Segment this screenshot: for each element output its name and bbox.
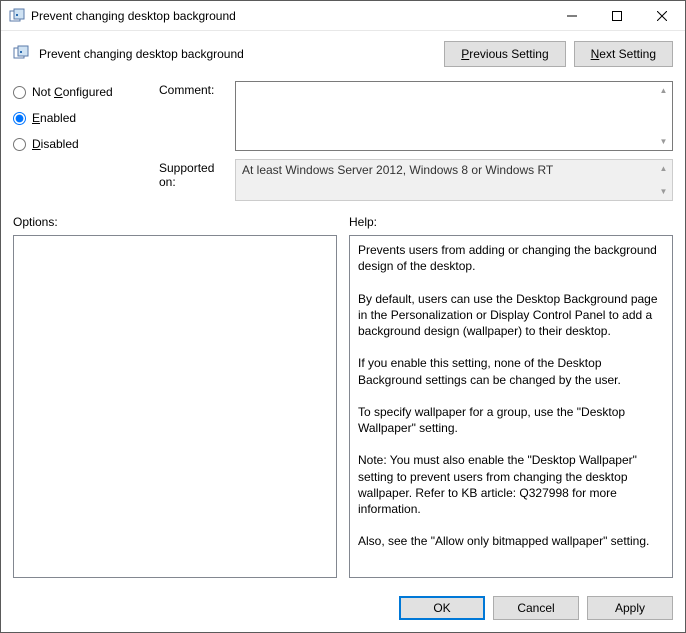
window-controls bbox=[549, 1, 685, 30]
footer: OK Cancel Apply bbox=[1, 586, 685, 632]
ok-button[interactable]: OK bbox=[399, 596, 485, 620]
state-radios: Not Configured Enabled Disabled bbox=[13, 81, 153, 151]
comment-label: Comment: bbox=[159, 81, 229, 97]
previous-setting-button[interactable]: Previous Setting bbox=[444, 41, 565, 67]
help-label: Help: bbox=[349, 215, 673, 229]
radio-enabled-label: Enabled bbox=[32, 111, 76, 125]
comment-scrollbar[interactable]: ▲ ▼ bbox=[655, 82, 672, 150]
supported-on-box: At least Windows Server 2012, Windows 8 … bbox=[235, 159, 673, 201]
policy-icon-large bbox=[13, 45, 31, 63]
scroll-down-icon: ▼ bbox=[655, 183, 672, 200]
upper-grid: Not Configured Enabled Disabled Comment:… bbox=[1, 73, 685, 205]
options-pane bbox=[13, 235, 337, 578]
apply-button[interactable]: Apply bbox=[587, 596, 673, 620]
radio-enabled-input[interactable] bbox=[13, 112, 26, 125]
maximize-button[interactable] bbox=[594, 1, 639, 30]
lower-panes: Prevents users from adding or changing t… bbox=[1, 233, 685, 586]
policy-title: Prevent changing desktop background bbox=[39, 47, 436, 61]
window-title: Prevent changing desktop background bbox=[31, 9, 549, 23]
policy-icon bbox=[9, 8, 25, 24]
radio-disabled[interactable]: Disabled bbox=[13, 137, 153, 151]
prev-text: revious Setting bbox=[469, 47, 548, 61]
supported-on-text: At least Windows Server 2012, Windows 8 … bbox=[242, 163, 553, 177]
next-text: ext Setting bbox=[599, 47, 656, 61]
lower-labels: Options: Help: bbox=[1, 205, 685, 233]
radio-enabled[interactable]: Enabled bbox=[13, 111, 153, 125]
scroll-up-icon: ▲ bbox=[655, 160, 672, 177]
radio-disabled-input[interactable] bbox=[13, 138, 26, 151]
radio-disabled-label: Disabled bbox=[32, 137, 79, 151]
titlebar: Prevent changing desktop background bbox=[1, 1, 685, 31]
scroll-down-icon: ▼ bbox=[655, 133, 672, 150]
help-text: Prevents users from adding or changing t… bbox=[358, 243, 661, 548]
supported-label: Supported on: bbox=[159, 159, 229, 189]
next-mnemonic: N bbox=[591, 47, 600, 61]
next-setting-button[interactable]: Next Setting bbox=[574, 41, 673, 67]
minimize-button[interactable] bbox=[549, 1, 594, 30]
radio-not-configured[interactable]: Not Configured bbox=[13, 85, 153, 99]
radio-not-configured-label: Not Configured bbox=[32, 85, 113, 99]
options-label: Options: bbox=[13, 215, 337, 229]
help-pane: Prevents users from adding or changing t… bbox=[349, 235, 673, 578]
close-button[interactable] bbox=[639, 1, 685, 30]
radio-not-configured-input[interactable] bbox=[13, 86, 26, 99]
scroll-up-icon: ▲ bbox=[655, 82, 672, 99]
comment-input[interactable]: ▲ ▼ bbox=[235, 81, 673, 151]
supported-scrollbar: ▲ ▼ bbox=[655, 160, 672, 200]
header-row: Prevent changing desktop background Prev… bbox=[1, 31, 685, 73]
cancel-button[interactable]: Cancel bbox=[493, 596, 579, 620]
